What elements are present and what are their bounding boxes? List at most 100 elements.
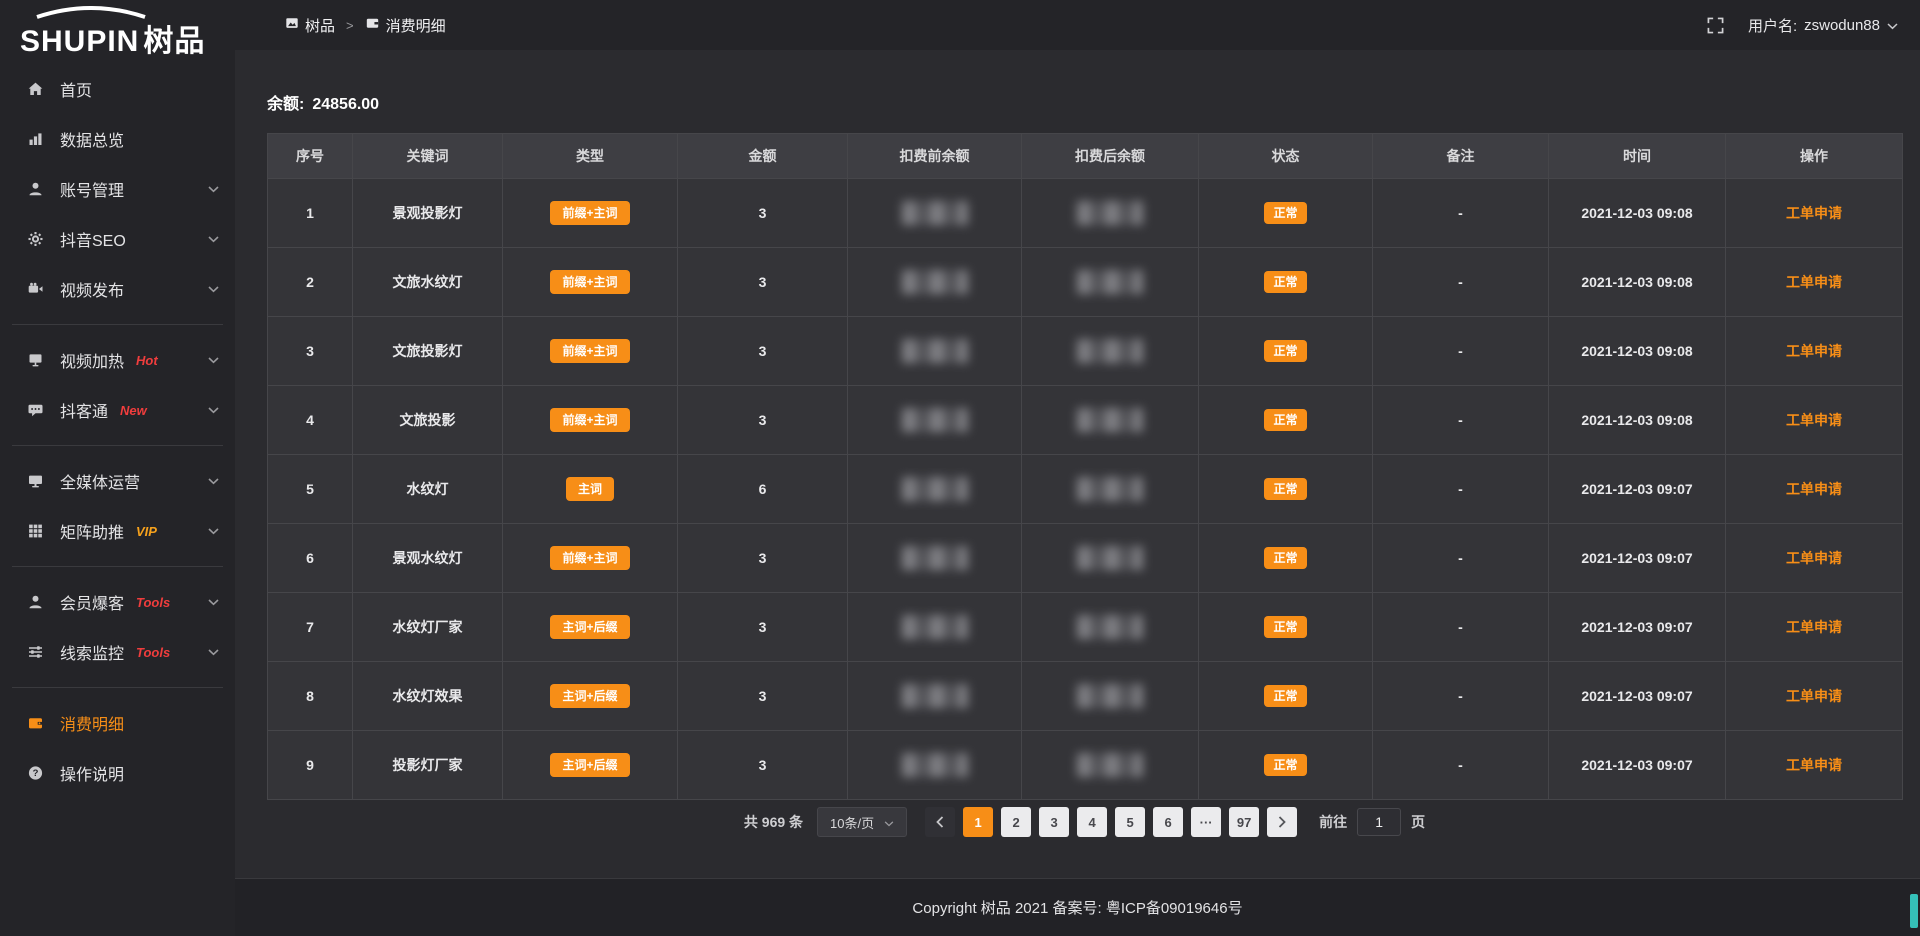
chat-bubble-icon <box>27 402 45 418</box>
prev-page-button[interactable] <box>925 807 955 837</box>
sidebar-item-data-overview[interactable]: 数据总览 <box>0 114 235 164</box>
table-row: 7 水纹灯厂家 主词+后缀 3 正常 - 2021-12-03 09:07 工单… <box>268 593 1903 662</box>
row-time: 2021-12-03 09:07 <box>1581 619 1692 635</box>
sidebar-item-label: 视频发布 <box>60 277 124 301</box>
footer: Copyright 树品 2021 备案号: 粤ICP备09019646号 <box>235 878 1920 936</box>
home-icon <box>27 81 45 97</box>
heat-screen-icon <box>27 352 45 368</box>
sidebar-item-video-publish[interactable]: 视频发布 <box>0 264 235 314</box>
type-badge: 前缀+主词 <box>550 270 629 294</box>
chevron-down-icon <box>208 351 219 369</box>
page-button-3[interactable]: 3 <box>1039 807 1069 837</box>
table-row: 9 投影灯厂家 主词+后缀 3 正常 - 2021-12-03 09:07 工单… <box>268 731 1903 800</box>
sidebar-item-doketong[interactable]: 抖客通 New <box>0 385 235 435</box>
chevron-down-icon <box>208 593 219 611</box>
work-order-link[interactable]: 工单申请 <box>1786 274 1842 290</box>
row-keyword: 水纹灯 <box>407 481 449 497</box>
type-badge: 前缀+主词 <box>550 339 629 363</box>
row-keyword: 文旅水纹灯 <box>393 274 463 290</box>
sidebar-item-all-media[interactable]: 全媒体运营 <box>0 456 235 506</box>
sidebar-item-matrix-boost[interactable]: 矩阵助推 VIP <box>0 506 235 556</box>
question-icon: ? <box>27 765 45 781</box>
page-button-5[interactable]: 5 <box>1115 807 1145 837</box>
logo-arc-icon <box>32 6 150 19</box>
masked-balance-after <box>1077 615 1143 639</box>
col-status: 状态 <box>1199 134 1373 179</box>
sidebar-item-lead-monitor[interactable]: 线索监控 Tools <box>0 627 235 677</box>
user-icon <box>27 181 45 197</box>
sidebar-item-label: 矩阵助推 <box>60 519 124 543</box>
row-amount: 3 <box>759 688 767 704</box>
sidebar-item-video-heat[interactable]: 视频加热 Hot <box>0 335 235 385</box>
work-order-link[interactable]: 工单申请 <box>1786 481 1842 497</box>
row-index: 6 <box>306 550 314 566</box>
sidebar-item-instructions[interactable]: ? 操作说明 <box>0 748 235 798</box>
masked-balance-before <box>902 753 968 777</box>
sidebar-item-home[interactable]: 首页 <box>0 64 235 114</box>
work-order-link[interactable]: 工单申请 <box>1786 619 1842 635</box>
row-keyword: 景观水纹灯 <box>393 550 463 566</box>
work-order-link[interactable]: 工单申请 <box>1786 688 1842 704</box>
breadcrumb-root[interactable]: 树品 <box>285 15 335 36</box>
row-keyword: 水纹灯厂家 <box>393 619 463 635</box>
work-order-link[interactable]: 工单申请 <box>1786 205 1842 221</box>
balance: 余额:24856.00 <box>267 90 1902 112</box>
page-size-select[interactable]: 10条/页 <box>817 807 907 837</box>
sidebar-item-douyin-seo[interactable]: 抖音SEO <box>0 214 235 264</box>
page-button-6[interactable]: 6 <box>1153 807 1183 837</box>
row-note: - <box>1458 619 1463 635</box>
sidebar-divider <box>12 566 223 567</box>
grid-icon <box>27 523 45 539</box>
type-badge: 前缀+主词 <box>550 408 629 432</box>
status-badge: 正常 <box>1264 547 1306 569</box>
sidebar-item-label: 数据总览 <box>60 127 124 151</box>
type-badge: 前缀+主词 <box>550 201 629 225</box>
page-button-97[interactable]: 97 <box>1229 807 1259 837</box>
sidebar-item-label: 会员爆客 <box>60 590 124 614</box>
row-time: 2021-12-03 09:08 <box>1581 205 1692 221</box>
col-note: 备注 <box>1373 134 1549 179</box>
masked-balance-after <box>1077 339 1143 363</box>
table-row: 6 景观水纹灯 前缀+主词 3 正常 - 2021-12-03 09:07 工单… <box>268 524 1903 593</box>
page-ellipsis-button[interactable]: ··· <box>1191 807 1221 837</box>
sidebar-item-member-burst[interactable]: 会员爆客 Tools <box>0 577 235 627</box>
row-index: 7 <box>306 619 314 635</box>
goto-page-input[interactable] <box>1357 808 1401 836</box>
page-button-1[interactable]: 1 <box>963 807 993 837</box>
sidebar-item-account[interactable]: 账号管理 <box>0 164 235 214</box>
hot-tag: Hot <box>136 353 158 368</box>
wallet-icon <box>27 715 45 731</box>
row-note: - <box>1458 757 1463 773</box>
row-time: 2021-12-03 09:07 <box>1581 481 1692 497</box>
work-order-link[interactable]: 工单申请 <box>1786 343 1842 359</box>
scroll-indicator[interactable] <box>1910 894 1918 928</box>
row-time: 2021-12-03 09:07 <box>1581 757 1692 773</box>
table-row: 3 文旅投影灯 前缀+主词 3 正常 - 2021-12-03 09:08 工单… <box>268 317 1903 386</box>
row-amount: 3 <box>759 205 767 221</box>
monitor-icon <box>27 473 45 489</box>
work-order-link[interactable]: 工单申请 <box>1786 412 1842 428</box>
status-badge: 正常 <box>1264 271 1306 293</box>
sidebar-menu: 首页 数据总览 账号管理 抖音SEO 视频发布 视频加热 Hot <box>0 64 235 798</box>
page-button-2[interactable]: 2 <box>1001 807 1031 837</box>
row-amount: 3 <box>759 274 767 290</box>
row-note: - <box>1458 274 1463 290</box>
status-badge: 正常 <box>1264 685 1306 707</box>
chevron-down-icon <box>208 180 219 198</box>
fullscreen-icon[interactable] <box>1707 17 1724 34</box>
status-badge: 正常 <box>1264 409 1306 431</box>
balance-value: 24856.00 <box>312 96 379 113</box>
breadcrumb: 树品 > 消费明细 <box>235 15 446 36</box>
work-order-link[interactable]: 工单申请 <box>1786 757 1842 773</box>
user-menu[interactable]: 用户名: zswodun88 <box>1748 15 1898 36</box>
next-page-button[interactable] <box>1267 807 1297 837</box>
masked-balance-before <box>902 477 968 501</box>
col-index: 序号 <box>268 134 353 179</box>
page-button-4[interactable]: 4 <box>1077 807 1107 837</box>
type-badge: 主词+后缀 <box>550 615 629 639</box>
work-order-link[interactable]: 工单申请 <box>1786 550 1842 566</box>
logo-text-en: SHUPIN <box>20 25 139 58</box>
sidebar-item-consume-detail[interactable]: 消费明细 <box>0 698 235 748</box>
type-badge: 前缀+主词 <box>550 546 629 570</box>
row-note: - <box>1458 205 1463 221</box>
